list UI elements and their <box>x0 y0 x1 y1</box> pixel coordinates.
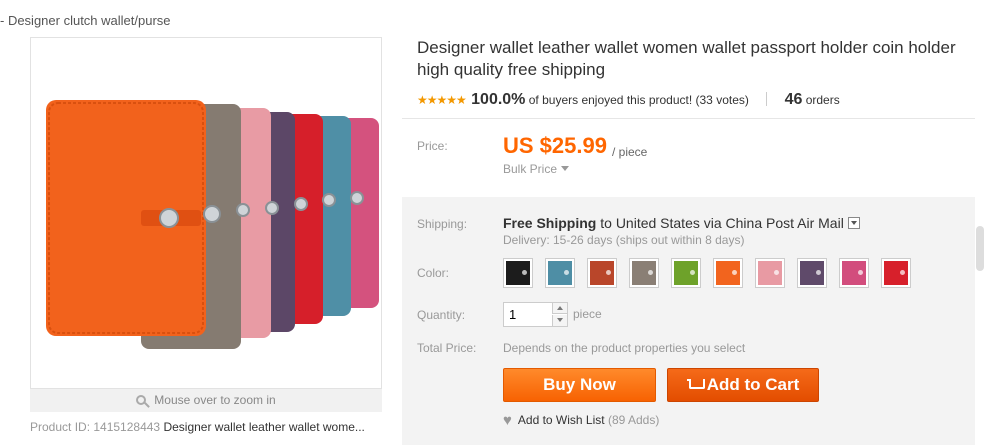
wishlist-label: Add to Wish List <box>517 413 605 427</box>
product-id-line: Product ID: 1415128443 Designer wallet l… <box>30 420 382 434</box>
color-swatch[interactable] <box>881 258 911 288</box>
price-value: US $25.99 <box>503 133 607 158</box>
add-to-cart-label: Add to Cart <box>706 375 800 394</box>
color-label: Color: <box>417 266 450 280</box>
swatch-thumbnail <box>800 261 824 285</box>
swatch-thumbnail <box>632 261 656 285</box>
swatch-thumbnail <box>716 261 740 285</box>
cart-icon <box>686 379 705 391</box>
color-swatch[interactable] <box>713 258 743 288</box>
shipping-destination[interactable]: United States via China Post Air Mail <box>616 215 844 231</box>
buy-now-button[interactable]: Buy Now <box>503 368 656 402</box>
quantity-stepper[interactable] <box>503 302 568 327</box>
scrollbar-thumb[interactable] <box>976 226 984 271</box>
wishlist-link[interactable]: ♥ Add to Wish List (89 Adds) <box>503 412 659 429</box>
quantity-decrease-button[interactable] <box>552 315 567 326</box>
divider <box>402 118 975 119</box>
add-to-cart-button[interactable]: Add to Cart <box>667 368 819 402</box>
zoom-hint-text: Mouse over to zoom in <box>154 393 276 407</box>
orders-count: 46 <box>784 91 803 108</box>
product-name-short: Designer wallet leather wallet wome... <box>163 420 365 434</box>
product-image[interactable] <box>30 37 382 389</box>
color-swatch[interactable] <box>629 258 659 288</box>
product-id: Product ID: 1415128443 <box>30 420 161 434</box>
swatch-thumbnail <box>674 261 698 285</box>
rating-text[interactable]: of buyers enjoyed this product! (33 vote… <box>529 93 749 107</box>
color-swatch[interactable] <box>671 258 701 288</box>
delivery-estimate: Delivery: 15-26 days (ships out within 8… <box>503 233 745 247</box>
shipping-line: Free Shipping to United States via China… <box>503 215 860 231</box>
color-swatch[interactable] <box>545 258 575 288</box>
free-shipping-text: Free Shipping <box>503 215 597 231</box>
swatch-thumbnail <box>590 261 614 285</box>
quantity-label: Quantity: <box>417 308 466 322</box>
total-price-label: Total Price: <box>417 341 477 355</box>
color-swatch[interactable] <box>587 258 617 288</box>
color-swatch[interactable] <box>839 258 869 288</box>
bulk-price-label: Bulk Price <box>503 162 558 176</box>
swatch-thumbnail <box>506 261 530 285</box>
chevron-down-icon <box>561 166 570 171</box>
wishlist-count: (89 Adds) <box>607 413 660 427</box>
rating-percent: 100.0% <box>471 91 526 108</box>
bulk-price-toggle[interactable]: Bulk Price <box>503 162 570 176</box>
total-price-text: Depends on the product properties you se… <box>503 341 746 355</box>
heart-icon: ♥ <box>503 412 512 429</box>
quantity-unit: piece <box>573 307 602 321</box>
color-swatch[interactable] <box>503 258 533 288</box>
shipping-to: to <box>600 215 612 231</box>
magnifier-icon <box>136 395 147 405</box>
shipping-dropdown-icon[interactable] <box>847 217 860 229</box>
swatch-thumbnail <box>548 261 572 285</box>
zoom-hint: Mouse over to zoom in <box>30 389 382 412</box>
wallet-photo <box>31 38 381 388</box>
rating-row: ★★★★★ 100.0% of buyers enjoyed this prod… <box>417 91 840 111</box>
swatch-thumbnail <box>884 261 908 285</box>
breadcrumb[interactable]: - Designer clutch wallet/purse <box>0 13 171 28</box>
quantity-increase-button[interactable] <box>552 303 567 314</box>
color-swatch[interactable] <box>755 258 785 288</box>
product-title: Designer wallet leather wallet women wal… <box>417 38 956 79</box>
swatch-thumbnail <box>758 261 782 285</box>
price-unit: / piece <box>612 145 648 159</box>
price-label: Price: <box>417 139 448 153</box>
quantity-input[interactable] <box>504 303 552 326</box>
swatch-thumbnail <box>842 261 866 285</box>
rating-stars-icon: ★★★★★ <box>417 93 467 107</box>
color-swatch[interactable] <box>797 258 827 288</box>
divider <box>766 92 768 106</box>
orders-label: orders <box>805 93 840 107</box>
shipping-label: Shipping: <box>417 217 468 231</box>
